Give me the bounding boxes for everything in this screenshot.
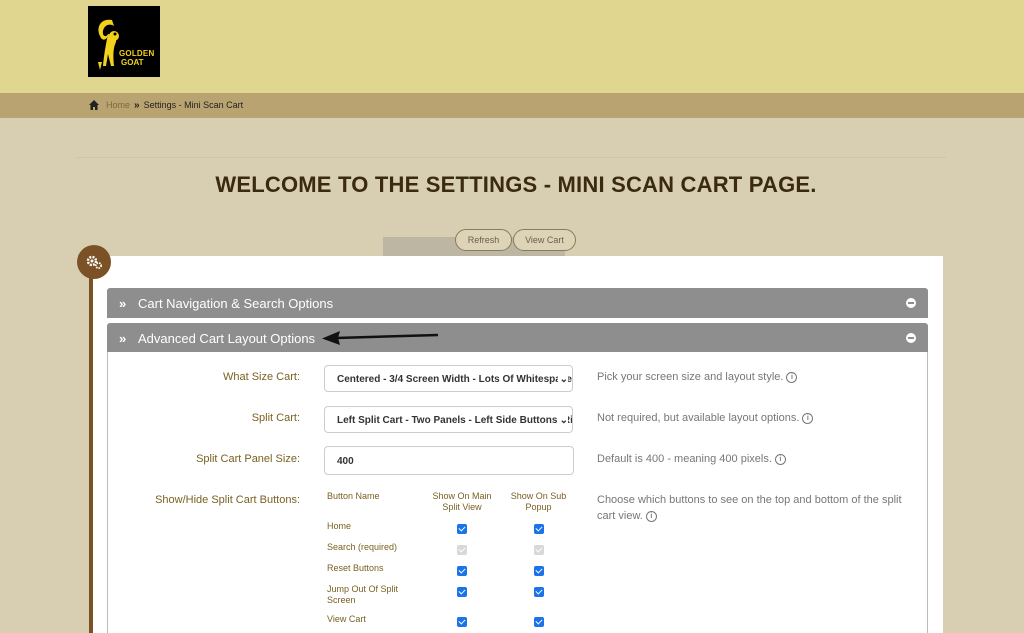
button-row-name: Jump Out Of Split Screen	[327, 584, 399, 605]
checkbox-reset-sub[interactable]	[534, 566, 544, 576]
chevron-down-icon: ⌄	[557, 366, 568, 391]
buttons-help: Choose which buttons to see on the top a…	[597, 492, 917, 524]
checkbox-jump-out-main[interactable]	[457, 587, 467, 597]
checkbox-view-cart-main[interactable]	[457, 617, 467, 627]
brand-logo[interactable]: GOLDEN GOAT	[88, 6, 160, 77]
checkbox-reset-main[interactable]	[457, 566, 467, 576]
checkbox-home-sub[interactable]	[534, 524, 544, 534]
split-cart-help: Not required, but available layout optio…	[597, 410, 814, 426]
button-row-name: Reset Buttons	[327, 563, 384, 573]
site-header: GOLDEN GOAT	[0, 0, 1024, 93]
breadcrumb-current: Settings - Mini Scan Cart	[143, 100, 244, 110]
breadcrumb: Home » Settings - Mini Scan Cart	[88, 98, 243, 112]
info-icon[interactable]: i	[774, 454, 786, 465]
buttons-label: Show/Hide Split Cart Buttons:	[155, 494, 300, 506]
chevron-double-right-icon: »	[119, 331, 127, 346]
panel-size-input[interactable]: 400	[324, 446, 574, 475]
panel-size-label: Split Cart Panel Size:	[196, 453, 300, 465]
what-size-help: Pick your screen size and layout style. i	[597, 369, 798, 385]
pointer-arrow-icon	[322, 331, 439, 345]
view-cart-button[interactable]: View Cart	[513, 229, 576, 251]
button-row-name: Search (required)	[327, 542, 398, 552]
col-header-name: Button Name	[327, 491, 380, 501]
breadcrumb-separator: »	[134, 99, 140, 111]
button-row-name: Home	[327, 521, 352, 531]
chevron-down-icon: ⌄	[557, 407, 568, 432]
chevron-double-right-icon: »	[119, 296, 127, 311]
checkbox-search-main	[457, 545, 467, 555]
accordion-label: Advanced Cart Layout Options	[138, 331, 316, 346]
accordion-cart-navigation[interactable]: » Cart Navigation & Search Options	[107, 288, 928, 318]
home-icon[interactable]	[88, 99, 100, 111]
button-row-name: View Cart	[327, 614, 366, 624]
checkbox-jump-out-sub[interactable]	[534, 587, 544, 597]
accordion-label: Cart Navigation & Search Options	[138, 296, 334, 311]
breadcrumb-bar: Home » Settings - Mini Scan Cart	[0, 93, 1024, 118]
gears-icon	[86, 255, 102, 269]
buttons-help-text: Choose which buttons to see on the top a…	[597, 494, 902, 522]
col-header-sub: Show On Sub Popup	[510, 491, 567, 512]
page-title: WELCOME TO THE SETTINGS - MINI SCAN CART…	[215, 172, 817, 197]
collapse-toggle-icon[interactable]	[906, 333, 916, 343]
breadcrumb-home-link[interactable]: Home	[106, 100, 130, 110]
checkbox-home-main[interactable]	[457, 524, 467, 534]
what-size-help-text: Pick your screen size and layout style.	[597, 371, 784, 383]
info-icon[interactable]: i	[645, 511, 657, 522]
collapse-toggle-icon[interactable]	[906, 298, 916, 308]
panel-size-help-text: Default is 400 - meaning 400 pixels.	[597, 453, 772, 465]
accordion-advanced-layout[interactable]: » Advanced Cart Layout Options	[107, 323, 928, 353]
settings-badge	[77, 245, 111, 279]
refresh-button[interactable]: Refresh	[455, 229, 512, 251]
col-header-main: Show On Main Split View	[432, 491, 492, 512]
divider	[76, 157, 946, 158]
split-cart-select[interactable]: Left Split Cart - Two Panels - Left Side…	[324, 406, 573, 433]
checkbox-view-cart-sub[interactable]	[534, 617, 544, 627]
split-cart-value: Left Split Cart - Two Panels - Left Side…	[337, 415, 572, 426]
split-cart-label: Split Cart:	[251, 412, 300, 424]
info-icon[interactable]: i	[786, 372, 798, 383]
logo-text-golden: GOLDEN	[119, 49, 155, 58]
panel-size-help: Default is 400 - meaning 400 pixels. i	[597, 451, 786, 467]
info-icon[interactable]: i	[802, 413, 814, 424]
logo-text-goat: GOAT	[121, 58, 144, 67]
what-size-value: Centered - 3/4 Screen Width - Lots Of Wh…	[337, 374, 572, 385]
checkbox-search-sub	[534, 545, 544, 555]
split-cart-help-text: Not required, but available layout optio…	[597, 412, 800, 424]
what-size-select[interactable]: Centered - 3/4 Screen Width - Lots Of Wh…	[324, 365, 573, 392]
what-size-label: What Size Cart:	[222, 371, 300, 383]
